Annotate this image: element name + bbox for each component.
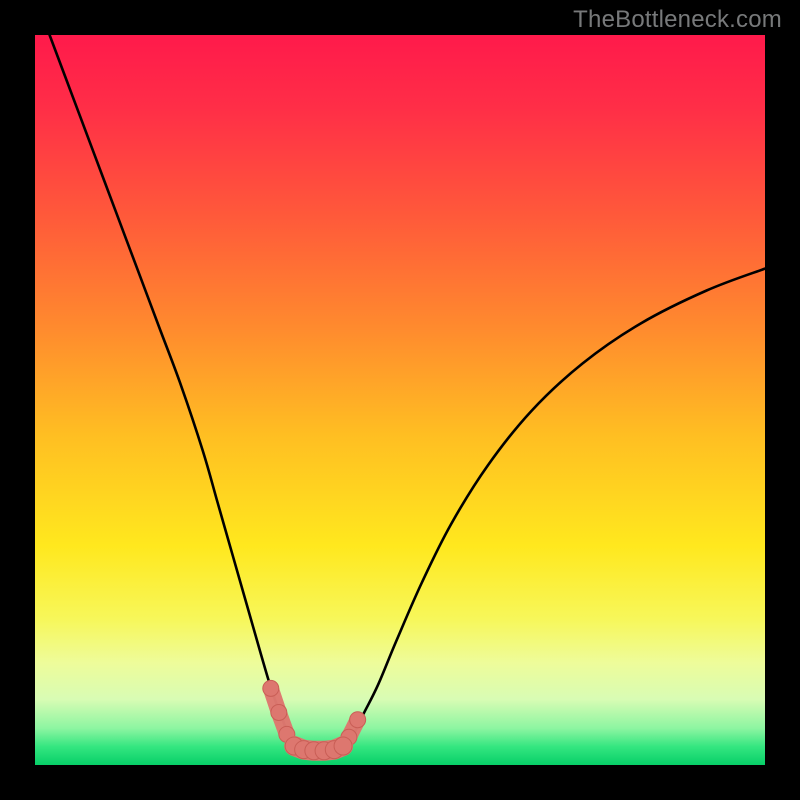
marker-left-1: [271, 704, 287, 720]
marker-right-1: [350, 712, 366, 728]
watermark-text: TheBottleneck.com: [573, 6, 782, 34]
series-left-curve: [50, 35, 298, 747]
plot-area: [35, 35, 765, 765]
marker-left-0: [263, 680, 279, 696]
marker-trough-5: [334, 737, 352, 755]
series-right-curve: [342, 269, 765, 747]
chart-svg: [35, 35, 765, 765]
chart-frame: TheBottleneck.com: [0, 0, 800, 800]
